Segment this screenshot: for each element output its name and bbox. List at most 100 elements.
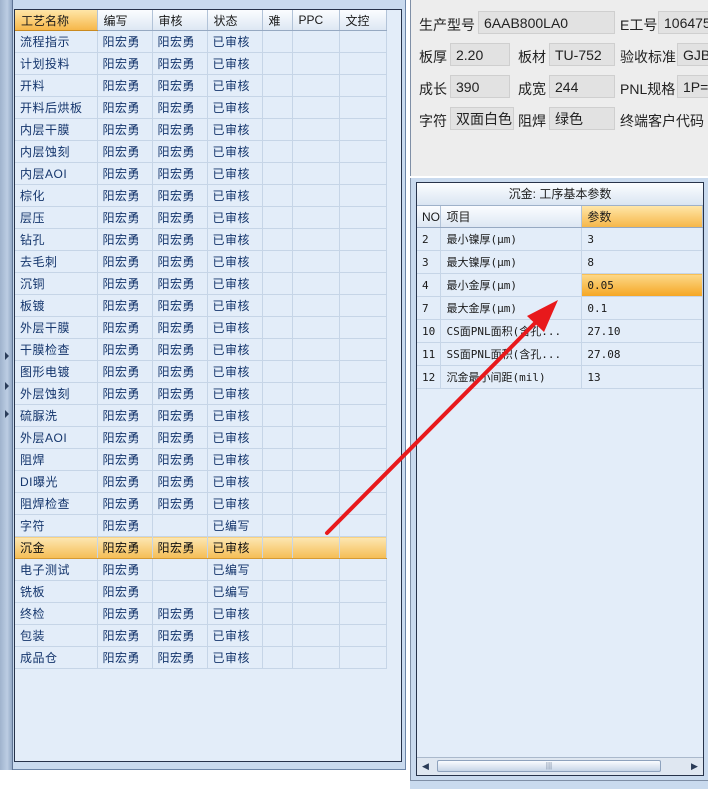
process-name-cell[interactable]: 板镀 — [15, 294, 98, 317]
doc-control-cell[interactable] — [339, 602, 387, 625]
process-row[interactable]: 流程指示 阳宏勇 阳宏勇 已审核 — [15, 30, 387, 53]
difficulty-cell[interactable] — [262, 96, 293, 119]
process-name-cell[interactable]: 层压 — [15, 206, 98, 229]
status-cell[interactable]: 已审核 — [207, 316, 263, 339]
writer-cell[interactable]: 阳宏勇 — [97, 426, 153, 449]
doc-control-cell[interactable] — [339, 250, 387, 273]
ppc-cell[interactable] — [292, 140, 340, 163]
process-row[interactable]: 外层蚀刻 阳宏勇 阳宏勇 已审核 — [15, 382, 387, 405]
process-name-cell[interactable]: 图形电镀 — [15, 360, 98, 383]
writer-cell[interactable]: 阳宏勇 — [97, 338, 153, 361]
scroll-right-icon[interactable]: ▶ — [686, 758, 703, 775]
writer-cell[interactable]: 阳宏勇 — [97, 448, 153, 471]
params-header-value[interactable]: 参数 — [581, 206, 703, 228]
reviewer-cell[interactable]: 阳宏勇 — [152, 140, 208, 163]
ppc-cell[interactable] — [292, 602, 340, 625]
status-cell[interactable]: 已审核 — [207, 602, 263, 625]
process-row[interactable]: 内层AOI 阳宏勇 阳宏勇 已审核 — [15, 162, 387, 185]
ppc-cell[interactable] — [292, 558, 340, 581]
process-row[interactable]: 钻孔 阳宏勇 阳宏勇 已审核 — [15, 228, 387, 251]
status-cell[interactable]: 已编写 — [207, 514, 263, 537]
status-cell[interactable]: 已审核 — [207, 118, 263, 141]
doc-control-cell[interactable] — [339, 448, 387, 471]
process-name-cell[interactable]: 外层干膜 — [15, 316, 98, 339]
reviewer-cell[interactable]: 阳宏勇 — [152, 602, 208, 625]
reviewer-cell[interactable]: 阳宏勇 — [152, 52, 208, 75]
ppc-cell[interactable] — [292, 52, 340, 75]
column-header-reviewer[interactable]: 审核 — [152, 10, 208, 31]
process-name-cell[interactable]: 内层AOI — [15, 162, 98, 185]
panel-splitter[interactable] — [0, 0, 13, 770]
reviewer-cell[interactable]: 阳宏勇 — [152, 206, 208, 229]
ppc-cell[interactable] — [292, 426, 340, 449]
ppc-cell[interactable] — [292, 404, 340, 427]
reviewer-cell[interactable]: 阳宏勇 — [152, 294, 208, 317]
process-row[interactable]: 板镀 阳宏勇 阳宏勇 已审核 — [15, 294, 387, 317]
status-cell[interactable]: 已审核 — [207, 272, 263, 295]
process-row[interactable]: 内层蚀刻 阳宏勇 阳宏勇 已审核 — [15, 140, 387, 163]
writer-cell[interactable]: 阳宏勇 — [97, 228, 153, 251]
reviewer-cell[interactable]: 阳宏勇 — [152, 250, 208, 273]
ppc-cell[interactable] — [292, 228, 340, 251]
process-name-cell[interactable]: 阻焊检查 — [15, 492, 98, 515]
ppc-cell[interactable] — [292, 448, 340, 471]
status-cell[interactable]: 已审核 — [207, 338, 263, 361]
ppc-cell[interactable] — [292, 360, 340, 383]
params-header-item[interactable]: 项目 — [440, 206, 583, 228]
writer-cell[interactable]: 阳宏勇 — [97, 162, 153, 185]
splitter-arrow-icon[interactable] — [5, 382, 9, 390]
reviewer-cell[interactable] — [152, 514, 208, 537]
ppc-cell[interactable] — [292, 206, 340, 229]
ppc-cell[interactable] — [292, 96, 340, 119]
difficulty-cell[interactable] — [262, 536, 293, 559]
writer-cell[interactable]: 阳宏勇 — [97, 404, 153, 427]
process-name-cell[interactable]: 钻孔 — [15, 228, 98, 251]
param-value-cell[interactable]: 3 — [581, 227, 703, 251]
params-header-no[interactable]: NO — [417, 206, 442, 228]
ppc-cell[interactable] — [292, 184, 340, 207]
process-name-cell[interactable]: 铣板 — [15, 580, 98, 603]
status-cell[interactable]: 已审核 — [207, 228, 263, 251]
status-cell[interactable]: 已审核 — [207, 250, 263, 273]
ppc-cell[interactable] — [292, 272, 340, 295]
param-value-cell[interactable]: 0.1 — [581, 296, 703, 320]
status-cell[interactable]: 已审核 — [207, 470, 263, 493]
process-name-cell[interactable]: 包装 — [15, 624, 98, 647]
status-cell[interactable]: 已审核 — [207, 74, 263, 97]
length-field[interactable]: 390 — [450, 75, 510, 98]
doc-control-cell[interactable] — [339, 646, 387, 669]
status-cell[interactable]: 已审核 — [207, 448, 263, 471]
reviewer-cell[interactable]: 阳宏勇 — [152, 184, 208, 207]
process-row[interactable]: DI曝光 阳宏勇 阳宏勇 已审核 — [15, 470, 387, 493]
acceptance-field[interactable]: GJB — [677, 43, 708, 66]
process-name-cell[interactable]: 干膜检查 — [15, 338, 98, 361]
reviewer-cell[interactable]: 阳宏勇 — [152, 426, 208, 449]
writer-cell[interactable]: 阳宏勇 — [97, 470, 153, 493]
doc-control-cell[interactable] — [339, 74, 387, 97]
process-row[interactable]: 内层干膜 阳宏勇 阳宏勇 已审核 — [15, 118, 387, 141]
writer-cell[interactable]: 阳宏勇 — [97, 74, 153, 97]
thickness-field[interactable]: 2.20 — [450, 43, 510, 66]
param-row[interactable]: 3 最大镍厚(μm) 8 — [417, 250, 703, 274]
doc-control-cell[interactable] — [339, 184, 387, 207]
reviewer-cell[interactable]: 阳宏勇 — [152, 470, 208, 493]
difficulty-cell[interactable] — [262, 382, 293, 405]
reviewer-cell[interactable]: 阳宏勇 — [152, 492, 208, 515]
writer-cell[interactable]: 阳宏勇 — [97, 558, 153, 581]
param-row[interactable]: 2 最小镍厚(μm) 3 — [417, 227, 703, 251]
status-cell[interactable]: 已编写 — [207, 558, 263, 581]
difficulty-cell[interactable] — [262, 514, 293, 537]
status-cell[interactable]: 已审核 — [207, 184, 263, 207]
reviewer-cell[interactable]: 阳宏勇 — [152, 404, 208, 427]
process-name-cell[interactable]: 沉金 — [15, 536, 98, 559]
scroll-left-icon[interactable]: ◀ — [417, 758, 434, 775]
param-value-cell[interactable]: 27.10 — [581, 319, 703, 343]
doc-control-cell[interactable] — [339, 514, 387, 537]
scroll-thumb[interactable]: ||| — [437, 760, 661, 772]
writer-cell[interactable]: 阳宏勇 — [97, 624, 153, 647]
difficulty-cell[interactable] — [262, 404, 293, 427]
soldermask-field[interactable]: 绿色 — [549, 107, 615, 130]
process-row[interactable]: 成品仓 阳宏勇 阳宏勇 已审核 — [15, 646, 387, 669]
reviewer-cell[interactable]: 阳宏勇 — [152, 382, 208, 405]
ppc-cell[interactable] — [292, 470, 340, 493]
